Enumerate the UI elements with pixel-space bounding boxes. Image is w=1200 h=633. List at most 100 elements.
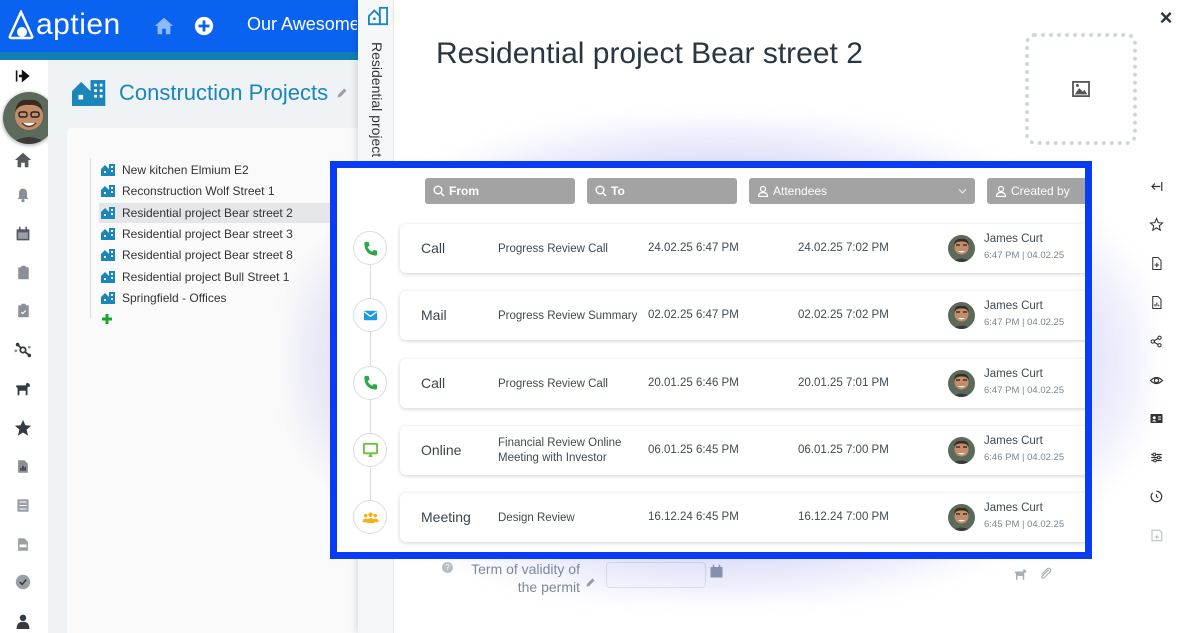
phone-icon xyxy=(363,241,377,256)
rail-favorites[interactable] xyxy=(13,418,33,438)
activity-row[interactable]: Call Progress Review Call 20.01.25 6:46 PM… xyxy=(400,358,1085,408)
plus-icon xyxy=(102,314,112,324)
record-tab-icon[interactable] xyxy=(367,6,389,31)
activity-row[interactable]: Online Financial Review Online Meeting wi… xyxy=(400,425,1085,475)
rail-tasks[interactable] xyxy=(13,262,33,282)
rail-network[interactable] xyxy=(13,340,33,360)
created-by-filter[interactable]: Created by xyxy=(987,178,1085,204)
close-button[interactable]: × xyxy=(1156,7,1176,29)
activity-type: Meeting xyxy=(421,509,471,526)
collapse-arrow-icon xyxy=(15,69,30,83)
home-button[interactable] xyxy=(152,14,176,38)
rail-users[interactable] xyxy=(13,611,33,631)
search-icon xyxy=(595,185,607,197)
logo-text: aptien xyxy=(36,8,121,41)
edit-pencil-icon[interactable] xyxy=(336,87,348,99)
document-icon xyxy=(18,537,28,551)
creator-avatar-photo xyxy=(948,504,975,532)
record-title: Residential project Bear street 2 xyxy=(436,37,863,70)
phone-icon xyxy=(363,375,377,390)
buildings-icon xyxy=(101,291,115,304)
history-icon xyxy=(1150,490,1162,503)
activity-row[interactable]: Mail Progress Review Summary 02.02.25 6:47… xyxy=(400,291,1085,341)
rail-pets[interactable] xyxy=(13,379,33,399)
tree-item-label: Reconstruction Wolf Street 1 xyxy=(122,184,275,199)
sliders-icon xyxy=(1150,452,1162,463)
activity-subject: Design Review xyxy=(498,512,575,525)
calendar-icon xyxy=(16,226,30,241)
created-timestamp: 6:47 PM | 04.02.25 xyxy=(984,250,1065,261)
creator-avatar xyxy=(948,504,975,532)
plus-circle-icon xyxy=(194,16,214,36)
buildings-icon xyxy=(101,227,115,240)
created-timestamp: 6:45 PM | 04.02.25 xyxy=(984,519,1065,531)
activity-end: 02.02.25 7:02 PM xyxy=(798,309,889,322)
creator-avatar xyxy=(948,302,975,330)
activity-start: 20.01.25 6:46 PM xyxy=(648,376,739,389)
creator-avatar xyxy=(948,369,975,397)
rail-checklists[interactable] xyxy=(13,300,33,320)
id-card-icon xyxy=(1150,414,1162,424)
activity-end: 16.12.24 7:00 PM xyxy=(798,511,889,524)
top-bar: aptien Our Awesome xyxy=(0,0,360,52)
buildings-icon xyxy=(72,80,106,106)
creator-name: James Curt xyxy=(984,434,1043,447)
activity-subject: Progress Review Call xyxy=(498,243,608,255)
collapse-rail-button[interactable] xyxy=(13,66,33,86)
module-header: Construction Projects xyxy=(72,78,348,108)
activity-end: 20.01.25 7:01 PM xyxy=(798,376,889,389)
aptien-logo[interactable]: aptien xyxy=(8,8,121,42)
creator-avatar-photo xyxy=(948,436,975,464)
activity-type-badge xyxy=(353,298,387,333)
monitor-icon xyxy=(362,443,378,458)
home-icon xyxy=(14,152,32,168)
creator-name: James Curt xyxy=(984,502,1043,515)
tree-item-label: Residential project Bull Street 1 xyxy=(122,269,290,284)
network-icon xyxy=(14,342,32,358)
add-button[interactable] xyxy=(192,14,216,38)
creator-name: James Curt xyxy=(984,233,1043,245)
attendees-filter-label: Attendees xyxy=(773,184,828,198)
activity-subject: Progress Review Call xyxy=(498,377,608,390)
buildings-icon xyxy=(101,270,115,283)
check-circle-icon xyxy=(15,574,31,590)
created-timestamp: 6:47 PM | 04.02.25 xyxy=(984,384,1065,396)
to-filter[interactable]: To xyxy=(587,178,737,204)
attendees-filter[interactable]: Attendees xyxy=(749,178,975,204)
activity-row[interactable]: Meeting Design Review 16.12.24 6:45 PM 16.1… xyxy=(400,493,1085,543)
to-filter-label: To xyxy=(611,184,625,198)
from-filter[interactable]: From xyxy=(425,178,575,204)
activity-type: Mail xyxy=(421,307,447,324)
buildings-icon xyxy=(101,185,115,198)
tree-item-label: Springfield - Offices xyxy=(122,290,227,305)
rail-documents[interactable] xyxy=(13,534,33,554)
activity-type-badge xyxy=(353,365,387,400)
rail-approvals[interactable] xyxy=(13,572,33,592)
created-timestamp: 6:46 PM | 04.02.25 xyxy=(984,451,1065,463)
created-timestamp: 6:47 PM | 04.02.25 xyxy=(984,317,1065,329)
workspace-title[interactable]: Our Awesome xyxy=(247,14,357,35)
activity-filters: From To Attendees Created by xyxy=(425,178,1085,204)
add-project-button[interactable] xyxy=(101,312,113,324)
rail-calendar[interactable] xyxy=(13,224,33,244)
tree-item-label: Residential project Bear street 8 xyxy=(122,248,293,263)
rail-lists[interactable] xyxy=(13,495,33,515)
home-icon xyxy=(154,17,174,35)
buildings-icon xyxy=(101,206,115,219)
rail-home[interactable] xyxy=(13,150,33,170)
module-title: Construction Projects xyxy=(119,80,329,105)
activity-subject: Financial Review Online Meeting with Inv… xyxy=(498,436,622,464)
rail-reports[interactable] xyxy=(13,456,33,476)
creator-name: James Curt xyxy=(984,367,1043,380)
star-outline-icon xyxy=(1148,217,1164,232)
activity-subject: Progress Review Summary xyxy=(498,310,638,323)
topbar-strip xyxy=(0,52,360,60)
mail-icon xyxy=(363,310,377,321)
rail-notifications[interactable] xyxy=(13,185,33,205)
activity-start: 16.12.24 6:45 PM xyxy=(648,511,739,524)
checklist-icon xyxy=(17,498,29,512)
activity-row[interactable]: Call Progress Review Call 24.02.25 6:47 PM… xyxy=(400,224,1085,273)
file-add-icon xyxy=(1151,257,1162,271)
user-outline-icon xyxy=(995,185,1007,197)
activity-type: Call xyxy=(421,374,446,391)
